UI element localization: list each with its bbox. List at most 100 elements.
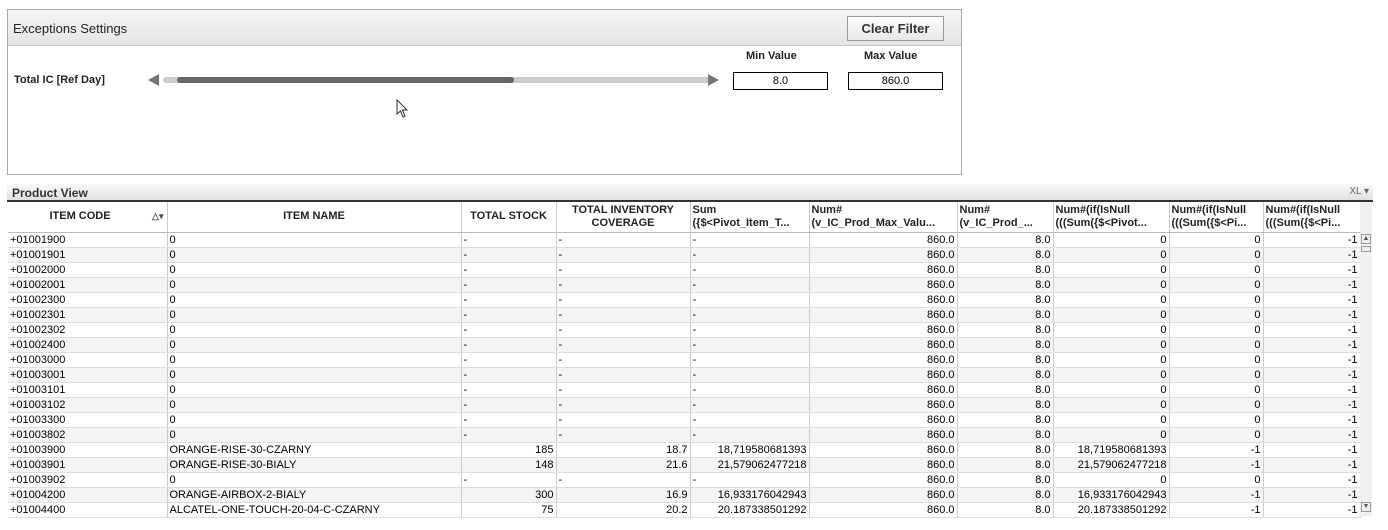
slider-left-arrow-icon[interactable]	[148, 74, 159, 86]
table-cell[interactable]: -	[461, 367, 557, 383]
table-row[interactable]: +01001901 0- - -860.0 8.0 0 0 -1	[8, 247, 1361, 263]
table-cell[interactable]: 0	[1169, 367, 1264, 383]
table-row[interactable]: +01003001 0- - -860.0 8.0 0 0 -1	[8, 367, 1361, 383]
table-cell[interactable]: +01003000	[8, 352, 168, 368]
table-cell[interactable]: 0	[167, 412, 462, 428]
table-cell[interactable]: -	[556, 367, 691, 383]
table-cell[interactable]: 0	[167, 337, 462, 353]
table-cell[interactable]: -	[461, 427, 557, 443]
table-cell[interactable]: 0	[167, 322, 462, 338]
column-header[interactable]: Num#(if(IsNull (((Sum({$<Pi...	[1169, 202, 1264, 233]
table-cell[interactable]: 0	[1053, 412, 1170, 428]
table-cell[interactable]: 0	[1169, 472, 1264, 488]
table-row[interactable]: +01003102 0- - -860.0 8.0 0 0 -1	[8, 397, 1361, 413]
table-cell[interactable]: -	[556, 277, 691, 293]
table-cell[interactable]: 0	[167, 382, 462, 398]
table-cell[interactable]: +01002001	[8, 277, 168, 293]
table-cell[interactable]: -	[690, 307, 810, 323]
table-cell[interactable]: -1	[1263, 442, 1361, 458]
table-cell[interactable]: -	[556, 232, 691, 248]
table-cell[interactable]: 860.0	[809, 292, 958, 308]
table-cell[interactable]: -1	[1169, 457, 1264, 473]
table-cell[interactable]: -1	[1263, 292, 1361, 308]
table-row[interactable]: +01004200 ORANGE-AIRBOX-2-BIALY 300 16.9 16,…	[8, 487, 1361, 503]
table-row[interactable]: +01003802 0- - -860.0 8.0 0 0 -1	[8, 427, 1361, 443]
table-cell[interactable]: 21,579062477218	[1053, 457, 1170, 473]
table-cell[interactable]: ORANGE-RISE-30-BIALY	[167, 457, 462, 473]
table-cell[interactable]: 0	[1053, 337, 1170, 353]
table-cell[interactable]: -	[556, 412, 691, 428]
table-cell[interactable]: +01003802	[8, 427, 168, 443]
sort-icon[interactable]: △▾	[152, 210, 163, 223]
table-cell[interactable]: -1	[1169, 487, 1264, 503]
table-cell[interactable]: 8.0	[957, 472, 1054, 488]
table-cell[interactable]: 8.0	[957, 232, 1054, 248]
table-cell[interactable]: 18,719580681393	[690, 442, 810, 458]
table-cell[interactable]: 75	[461, 502, 557, 518]
table-cell[interactable]: -	[556, 397, 691, 413]
table-cell[interactable]: 300	[461, 487, 557, 503]
table-cell[interactable]: 860.0	[809, 397, 958, 413]
table-cell[interactable]: -1	[1263, 412, 1361, 428]
table-cell[interactable]: 0	[167, 247, 462, 263]
table-cell[interactable]: 8.0	[957, 487, 1054, 503]
table-cell[interactable]: 0	[1053, 472, 1170, 488]
table-cell[interactable]: +01004400	[8, 502, 168, 518]
table-cell[interactable]: 0	[167, 427, 462, 443]
table-cell[interactable]: 860.0	[809, 352, 958, 368]
column-header[interactable]: Num# (v_IC_Prod_...	[957, 202, 1054, 233]
table-cell[interactable]: 21.6	[556, 457, 691, 473]
table-cell[interactable]: 860.0	[809, 232, 958, 248]
table-cell[interactable]: 860.0	[809, 367, 958, 383]
table-cell[interactable]: 860.0	[809, 322, 958, 338]
table-cell[interactable]: 860.0	[809, 442, 958, 458]
table-cell[interactable]: -	[461, 397, 557, 413]
table-cell[interactable]: 0	[1169, 232, 1264, 248]
table-cell[interactable]: -	[461, 247, 557, 263]
table-cell[interactable]: 8.0	[957, 247, 1054, 263]
column-header[interactable]: Num#(if(IsNull (((Sum({$<Pi...	[1263, 202, 1361, 233]
table-cell[interactable]: -	[461, 412, 557, 428]
table-cell[interactable]: -1	[1169, 502, 1264, 518]
table-cell[interactable]: 0	[167, 232, 462, 248]
table-cell[interactable]: 0	[1169, 412, 1264, 428]
column-header[interactable]: Num#(if(IsNull (((Sum({$<Pivot...	[1053, 202, 1170, 233]
table-cell[interactable]: +01003900	[8, 442, 168, 458]
table-cell[interactable]: 860.0	[809, 472, 958, 488]
table-cell[interactable]: 0	[1169, 247, 1264, 263]
table-cell[interactable]: ALCATEL-ONE-TOUCH-20-04-C-CZARNY	[167, 502, 462, 518]
table-cell[interactable]: -	[556, 427, 691, 443]
table-cell[interactable]: 860.0	[809, 307, 958, 323]
table-cell[interactable]: ORANGE-RISE-30-CZARNY	[167, 442, 462, 458]
table-cell[interactable]: 0	[1053, 277, 1170, 293]
column-header[interactable]: Sum ({$<Pivot_Item_T...	[690, 202, 810, 233]
table-cell[interactable]: 8.0	[957, 307, 1054, 323]
table-cell[interactable]: +01003902	[8, 472, 168, 488]
table-cell[interactable]: 8.0	[957, 427, 1054, 443]
table-cell[interactable]: -	[690, 322, 810, 338]
xl-export-icon[interactable]: XL ▾	[1349, 186, 1369, 197]
table-cell[interactable]: 860.0	[809, 502, 958, 518]
table-cell[interactable]: 860.0	[809, 412, 958, 428]
table-cell[interactable]: -	[690, 352, 810, 368]
table-row[interactable]: +01002301 0- - -860.0 8.0 0 0 -1	[8, 307, 1361, 323]
table-cell[interactable]: 8.0	[957, 397, 1054, 413]
table-cell[interactable]: 0	[1169, 337, 1264, 353]
table-cell[interactable]: 0	[167, 472, 462, 488]
table-row[interactable]: +01002000 0- - -860.0 8.0 0 0 -1	[8, 262, 1361, 278]
table-cell[interactable]: -1	[1263, 487, 1361, 503]
table-row[interactable]: +01001900 0- - -860.0 8.0 0 0 -1	[8, 232, 1361, 248]
table-row[interactable]: +01003000 0- - -860.0 8.0 0 0 -1	[8, 352, 1361, 368]
table-cell[interactable]: 860.0	[809, 262, 958, 278]
table-cell[interactable]: 18,719580681393	[1053, 442, 1170, 458]
table-cell[interactable]: -	[690, 292, 810, 308]
table-cell[interactable]: -1	[1263, 457, 1361, 473]
table-cell[interactable]: 860.0	[809, 382, 958, 398]
table-cell[interactable]: 0	[1169, 277, 1264, 293]
table-cell[interactable]: -	[556, 262, 691, 278]
table-cell[interactable]: 185	[461, 442, 557, 458]
table-cell[interactable]: -	[461, 382, 557, 398]
table-cell[interactable]: 21,579062477218	[690, 457, 810, 473]
table-cell[interactable]: 8.0	[957, 367, 1054, 383]
column-header[interactable]: ITEM CODE △▾	[8, 202, 168, 233]
